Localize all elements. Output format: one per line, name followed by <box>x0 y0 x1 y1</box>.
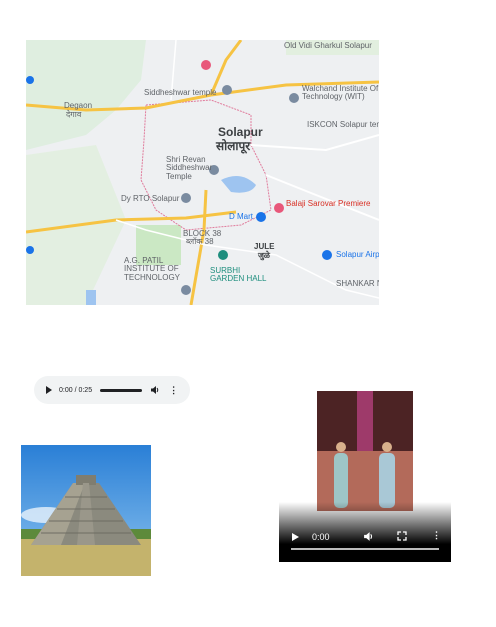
map[interactable]: Old Vidi Gharkul Solapur Siddheshwar tem… <box>26 40 379 305</box>
map-label-old-vidi-gharkul: Old Vidi Gharkul Solapur <box>284 41 372 50</box>
map-label-shankar-na: SHANKAR NA <box>336 279 379 288</box>
map-label-solapur-airport: Solapur Airp <box>336 250 379 259</box>
map-label-surbhi-garden: SURBHI GARDEN HALL <box>210 266 267 284</box>
map-label-solapur-marathi: सोलापूर <box>216 139 251 153</box>
volume-icon[interactable] <box>150 385 160 395</box>
video-volume-icon[interactable] <box>363 531 374 544</box>
audio-menu-icon[interactable]: ⋮ <box>169 385 178 396</box>
fullscreen-icon[interactable] <box>397 531 407 543</box>
play-icon[interactable] <box>46 386 52 394</box>
pyramid-photo <box>21 445 151 576</box>
video-time: 0:00 <box>312 532 330 542</box>
map-label-balaji-sarovar: Balaji Sarovar Premiere <box>286 199 371 208</box>
video-menu-icon[interactable]: ⋮ <box>432 530 441 541</box>
audio-time: 0:00 / 0:25 <box>59 386 93 394</box>
video-frame <box>317 391 413 511</box>
map-label-block-38-marathi: ब्लॉक 38 <box>186 237 214 246</box>
video-play-icon[interactable] <box>292 533 299 541</box>
map-label-siddheshwar-temple: Siddheshwar temple <box>144 88 217 97</box>
audio-seek-bar[interactable] <box>100 388 143 392</box>
map-label-walchand-institute: Walchand Institute Of Technology (WIT) <box>302 84 379 102</box>
video-seek-bar[interactable] <box>291 548 439 550</box>
map-label-iskcon: ISKCON Solapur tem <box>307 120 379 129</box>
video-player[interactable]: 0:00 ⋮ <box>279 391 451 562</box>
map-label-jule-marathi: जुळे <box>258 251 271 260</box>
audio-player[interactable]: 0:00 / 0:25 ⋮ <box>34 376 190 404</box>
map-label-ag-patil: A.G. PATIL INSTITUTE OF TECHNOLOGY <box>124 256 181 282</box>
video-controls: 0:00 ⋮ <box>279 526 451 562</box>
map-label-dmart: D Mart <box>229 212 253 221</box>
map-label-dy-rto: Dy RTO Solapur <box>121 194 180 203</box>
map-label-shri-revan: Shri Revan Siddheshwar Temple <box>166 155 213 181</box>
map-label-solapur: Solapur <box>218 125 263 139</box>
map-label-degaon-marathi: देगाव <box>66 110 82 119</box>
